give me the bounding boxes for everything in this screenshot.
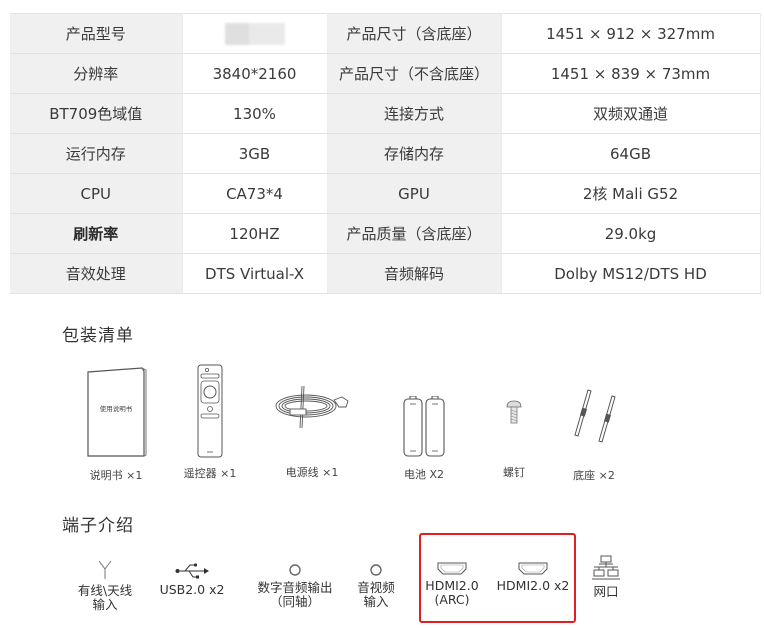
spec-key: 产品尺寸（不含底座） xyxy=(327,53,502,94)
table-row: BT709色域值 130% 连接方式 双频双通道 xyxy=(10,93,761,134)
spec-value: 3GB xyxy=(182,133,328,174)
port-label: 音视频 输入 xyxy=(357,580,395,609)
package-item-label: 螺钉 xyxy=(503,466,525,479)
spec-key: BT709色域值 xyxy=(10,93,183,134)
spec-value: 2核 Mali G52 xyxy=(501,173,761,214)
table-row: 运行内存 3GB 存储内存 64GB xyxy=(10,133,761,174)
port-label: 网口 xyxy=(593,584,619,599)
hdmi-icon xyxy=(437,562,467,575)
coaxial-port-icon xyxy=(289,564,301,576)
batteries-icon xyxy=(403,396,445,457)
remote-control-icon xyxy=(197,364,223,458)
port-label: 有线\天线 输入 xyxy=(77,583,133,612)
spec-key: 音效处理 xyxy=(10,253,183,294)
port-label: 数字音频输出 （同轴） xyxy=(257,580,333,609)
spec-value: 29.0kg xyxy=(501,213,761,254)
spec-key: GPU xyxy=(327,173,502,214)
spec-value: 1451 × 912 × 327mm xyxy=(501,13,761,54)
package-item-label: 说明书 ×1 xyxy=(89,469,143,482)
redacted-model-number xyxy=(224,22,285,45)
manual-cover-text: 使用说明书 xyxy=(100,404,133,413)
spec-key: CPU xyxy=(10,173,183,214)
av-port-icon xyxy=(370,564,382,576)
hdmi-icon xyxy=(518,562,548,575)
port-usb: USB2.0 x2 xyxy=(154,563,230,597)
spec-value: 双频双通道 xyxy=(501,93,761,134)
ports-title: 端子介绍 xyxy=(62,516,134,536)
port-label: HDMI2.0 x2 xyxy=(496,578,570,593)
spec-value: 3840*2160 xyxy=(182,53,328,94)
package-item-label: 电源线 ×1 xyxy=(285,466,339,479)
spec-key: 分辨率 xyxy=(10,53,183,94)
package-item-label: 电池 X2 xyxy=(403,468,445,481)
manual-icon: 使用说明书 xyxy=(87,367,147,457)
spec-value: 120HZ xyxy=(182,213,328,254)
spec-key: 刷新率 xyxy=(10,213,183,254)
ethernet-icon xyxy=(592,555,620,580)
spec-key: 产品型号 xyxy=(10,13,183,54)
table-row: 音效处理 DTS Virtual-X 音频解码 Dolby MS12/DTS H… xyxy=(10,253,761,294)
spec-value: CA73*4 xyxy=(182,173,328,214)
package-list-title: 包装清单 xyxy=(62,326,134,346)
spec-value: Dolby MS12/DTS HD xyxy=(501,253,761,294)
power-cable-icon xyxy=(275,385,349,429)
spec-value: 1451 × 839 × 73mm xyxy=(501,53,761,94)
port-label: HDMI2.0 (ARC) xyxy=(425,578,479,607)
port-coaxial: 数字音频输出 （同轴） xyxy=(250,563,340,609)
port-ethernet: 网口 xyxy=(588,555,624,599)
package-item-screw: 螺钉 xyxy=(494,400,534,480)
port-hdmi-arc: HDMI2.0 (ARC) xyxy=(422,562,482,607)
package-item-stand: 底座 ×2 xyxy=(564,388,624,483)
table-row: 分辨率 3840*2160 产品尺寸（不含底座） 1451 × 839 × 73… xyxy=(10,53,761,94)
usb-icon xyxy=(175,563,209,579)
spec-table: 产品型号 产品尺寸（含底座） 1451 × 912 × 327mm 分辨率 38… xyxy=(10,13,761,294)
spec-value: 130% xyxy=(182,93,328,134)
spec-key: 产品质量（含底座） xyxy=(327,213,502,254)
package-item-manual: 使用说明书 说明书 ×1 xyxy=(78,366,154,483)
spec-key: 产品尺寸（含底座） xyxy=(327,13,502,54)
screw-icon xyxy=(506,400,522,424)
port-label: USB2.0 x2 xyxy=(159,582,225,597)
spec-key: 连接方式 xyxy=(327,93,502,134)
table-row: CPU CA73*4 GPU 2核 Mali G52 xyxy=(10,173,761,214)
package-item-remote: 遥控器 ×1 xyxy=(180,364,240,481)
port-hdmi: HDMI2.0 x2 xyxy=(494,562,572,593)
spec-key: 运行内存 xyxy=(10,133,183,174)
antenna-icon xyxy=(98,560,112,579)
spec-value: DTS Virtual-X xyxy=(182,253,328,294)
table-row: 产品型号 产品尺寸（含底座） 1451 × 912 × 327mm xyxy=(10,13,761,54)
spec-value: 64GB xyxy=(501,133,761,174)
package-item-power-cable: 电源线 ×1 xyxy=(264,384,360,480)
package-item-label: 底座 ×2 xyxy=(573,469,615,482)
port-antenna: 有线\天线 输入 xyxy=(70,560,140,612)
port-av-input: 音视频 输入 xyxy=(350,563,402,609)
spec-value-model-blurred xyxy=(182,13,328,54)
package-item-batteries: 电池 X2 xyxy=(396,396,452,482)
package-item-label: 遥控器 ×1 xyxy=(183,467,237,480)
table-row: 刷新率 120HZ 产品质量（含底座） 29.0kg xyxy=(10,213,761,254)
spec-key: 存储内存 xyxy=(327,133,502,174)
stand-legs-icon xyxy=(574,389,616,443)
spec-key: 音频解码 xyxy=(327,253,502,294)
